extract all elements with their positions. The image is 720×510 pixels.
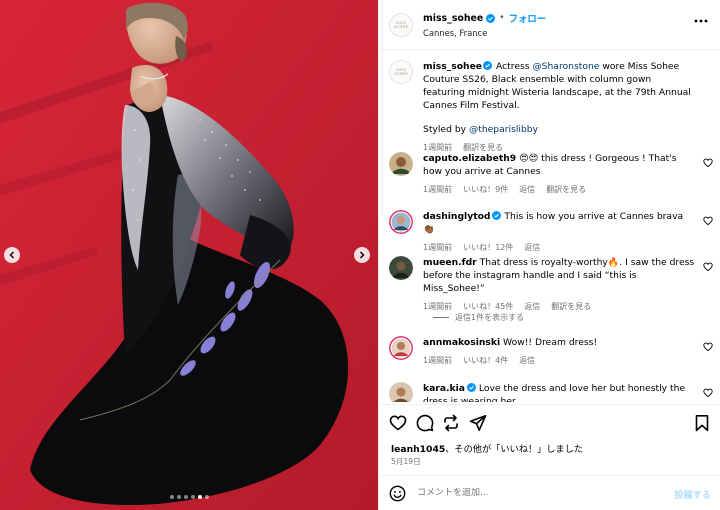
- comments-list[interactable]: MISS SOHEE miss_sohee Actress @Sharonsto…: [379, 50, 720, 402]
- location-link[interactable]: Cannes, France: [423, 28, 546, 38]
- post-photo: [0, 0, 378, 510]
- slide-dot: [176, 495, 181, 499]
- mention-link[interactable]: @theparislibby: [469, 124, 538, 135]
- slide-dot: [183, 495, 188, 499]
- share-icon[interactable]: [469, 414, 487, 432]
- comment-composer: 投稿する: [379, 475, 720, 510]
- reply-button[interactable]: 返信: [524, 300, 540, 313]
- comment-username[interactable]: caputo.elizabeth9: [423, 153, 516, 164]
- header-username[interactable]: miss_sohee: [423, 13, 483, 24]
- comment-likes[interactable]: いいね！12件: [463, 241, 513, 254]
- comment-time[interactable]: 1週間前: [423, 354, 452, 367]
- reply-button[interactable]: 返信: [519, 354, 535, 367]
- caption-avatar[interactable]: MISS SOHEE: [389, 60, 413, 84]
- avatar[interactable]: [389, 256, 413, 280]
- slide-dot: [169, 495, 174, 499]
- view-replies-label: 返信1件を表示する: [455, 313, 525, 322]
- caption: MISS SOHEE miss_sohee Actress @Sharonsto…: [389, 60, 711, 154]
- heart-icon[interactable]: [389, 414, 407, 432]
- comment-username[interactable]: mueen.fdr: [423, 257, 477, 268]
- avatar[interactable]: [389, 152, 413, 176]
- comment-like-icon[interactable]: [703, 216, 713, 226]
- comment-username[interactable]: annmakosinski: [423, 337, 500, 348]
- reply-button[interactable]: 返信: [524, 241, 540, 254]
- post-details-panel: MISS SOHEE miss_sohee • フォロー Cannes, Fra…: [378, 0, 720, 510]
- avatar-logo-text: MISS SOHEE: [394, 68, 408, 76]
- comment-input[interactable]: [417, 488, 647, 498]
- slide-indicator: [0, 495, 378, 499]
- post-media[interactable]: [0, 0, 378, 510]
- header-separator: •: [499, 13, 505, 23]
- comment-like-icon[interactable]: [703, 342, 713, 352]
- comment-item: caputo.elizabeth9 😍😍 this dress ! Gorgeo…: [389, 152, 711, 196]
- comment-item: kara.kia Love the dress and love her but…: [389, 382, 711, 402]
- bookmark-icon[interactable]: [693, 414, 711, 432]
- post-date[interactable]: 5月19日: [391, 456, 421, 467]
- comment-username[interactable]: kara.kia: [423, 383, 465, 394]
- emoji-icon[interactable]: [389, 485, 406, 502]
- comment-time[interactable]: 1週間前: [423, 183, 452, 196]
- post-header: MISS SOHEE miss_sohee • フォロー Cannes, Fra…: [379, 0, 720, 50]
- verified-badge-icon: [467, 383, 476, 392]
- avatar[interactable]: [389, 210, 413, 234]
- chevron-left-icon: [9, 251, 14, 259]
- caption-username[interactable]: miss_sohee: [423, 61, 482, 72]
- avatar[interactable]: [389, 382, 413, 402]
- likes-username[interactable]: leanh1045: [391, 444, 445, 455]
- repost-icon[interactable]: [442, 414, 460, 432]
- chevron-right-icon: [360, 251, 365, 259]
- slide-dot: [190, 495, 195, 499]
- caption-text: Actress: [493, 61, 533, 72]
- reply-button[interactable]: 返信: [519, 183, 535, 196]
- verified-badge-icon: [483, 61, 493, 70]
- follow-button[interactable]: フォロー: [509, 11, 547, 25]
- comment-text: Wow!! Dream dress!: [500, 337, 598, 348]
- comment-like-icon[interactable]: [703, 158, 713, 168]
- comment-likes[interactable]: いいね！9件: [463, 183, 508, 196]
- slide-dot: [197, 495, 202, 499]
- comment-item: dashinglytod This is how you arrive at C…: [389, 210, 711, 254]
- styled-by-text: Styled by: [423, 124, 470, 135]
- verified-badge-icon: [486, 13, 496, 23]
- view-replies-button[interactable]: 返信1件を表示する: [433, 312, 524, 323]
- likes-summary[interactable]: leanh1045、その他が「いいね！」しました: [391, 441, 583, 455]
- comment-time[interactable]: 1週間前: [423, 241, 452, 254]
- translate-link[interactable]: 翻訳を見る: [551, 300, 591, 313]
- comment-like-icon[interactable]: [703, 262, 713, 272]
- replies-divider: [433, 317, 449, 318]
- comment-item: annmakosinski Wow!! Dream dress! 1週間前 いい…: [389, 336, 711, 367]
- slide-dot: [204, 495, 209, 499]
- previous-slide-button[interactable]: [4, 247, 20, 263]
- comment-like-icon[interactable]: [703, 388, 713, 398]
- avatar[interactable]: [389, 336, 413, 360]
- comment-icon[interactable]: [416, 414, 434, 432]
- post-actions: [379, 404, 720, 444]
- more-options-icon[interactable]: [694, 19, 708, 23]
- comment-item: mueen.fdr That dress is royalty-worthy🔥.…: [389, 256, 711, 313]
- avatar[interactable]: MISS SOHEE: [389, 12, 413, 37]
- comment-username[interactable]: dashinglytod: [423, 211, 490, 222]
- post-comment-button[interactable]: 投稿する: [674, 487, 711, 501]
- likes-text: 、その他が「いいね！」しました: [445, 444, 584, 455]
- mention-link[interactable]: @Sharonstone: [532, 61, 599, 72]
- avatar-logo-text: MISS SOHEE: [393, 20, 409, 29]
- next-slide-button[interactable]: [354, 247, 370, 263]
- comment-likes[interactable]: いいね！4件: [463, 354, 508, 367]
- translate-link[interactable]: 翻訳を見る: [546, 183, 586, 196]
